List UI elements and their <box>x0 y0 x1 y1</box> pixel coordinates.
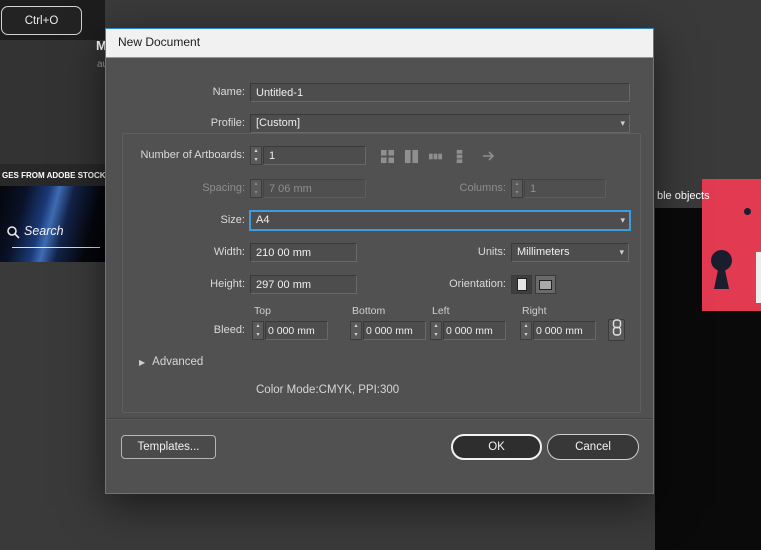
profile-select[interactable]: [Custom] ▾ <box>250 114 630 133</box>
artboards-label: Number of Artboards: <box>140 149 245 161</box>
stock-preview-image: Search <box>0 186 105 262</box>
stepper-down-icon: ▾ <box>515 189 519 196</box>
new-document-dialog: New Document Name: Profile: [Custom] ▾ N… <box>105 28 654 494</box>
stepper-up-icon[interactable]: ▴ <box>253 322 263 331</box>
bleed-link-button[interactable] <box>608 319 625 341</box>
chain-link-icon <box>611 319 623 341</box>
orientation-landscape-button[interactable] <box>535 275 556 294</box>
landscape-page-icon <box>539 279 552 290</box>
bleed-right-input[interactable] <box>533 321 596 340</box>
bleed-bottom-stepper[interactable]: ▴ ▾ <box>350 321 362 340</box>
layout-direction-arrow-icon <box>479 146 499 166</box>
bleed-top-header: Top <box>254 305 271 317</box>
adobe-stock-banner: GES FROM ADOBE STOCK <box>0 164 105 186</box>
stepper-up-icon: ▴ <box>515 181 519 187</box>
bleed-left-input[interactable] <box>443 321 506 340</box>
orientation-label: Orientation: <box>449 278 506 290</box>
bleed-label: Bleed: <box>213 324 245 336</box>
profile-label: Profile: <box>210 117 245 129</box>
orientation-portrait-button[interactable] <box>511 275 532 294</box>
units-label: Units: <box>477 246 506 258</box>
size-select[interactable]: A4 ▾ <box>250 211 630 230</box>
bleed-left-header: Left <box>432 305 450 317</box>
ok-button-label: OK <box>488 441 505 453</box>
size-value: A4 <box>256 214 270 226</box>
units-value: Millimeters <box>517 246 570 258</box>
footer-divider <box>106 418 653 419</box>
cancel-button-label: Cancel <box>575 441 611 453</box>
search-underline <box>12 247 100 248</box>
ok-button[interactable]: OK <box>451 434 542 460</box>
stepper-down-icon[interactable]: ▾ <box>253 331 263 340</box>
open-shortcut-button[interactable]: Ctrl+O <box>1 6 82 35</box>
triangle-right-icon: ▶ <box>139 358 146 367</box>
bleed-bottom-input[interactable] <box>363 321 426 340</box>
width-input[interactable] <box>250 243 357 262</box>
illustrator-window: Ctrl+O M au GES FROM ADOBE STOCK Search … <box>0 0 761 550</box>
columns-stepper: ▴ ▾ <box>511 179 523 198</box>
bleed-top-stepper[interactable]: ▴ ▾ <box>252 321 264 340</box>
templates-button-label: Templates... <box>137 441 200 453</box>
stepper-down-icon[interactable]: ▾ <box>351 331 361 340</box>
stepper-up-icon[interactable]: ▴ <box>521 322 531 331</box>
bleed-left-stepper[interactable]: ▴ ▾ <box>430 321 442 340</box>
arrange-grid-by-row-icon <box>377 146 397 166</box>
width-label: Width: <box>213 246 245 258</box>
stepper-down-icon[interactable]: ▾ <box>251 156 261 165</box>
height-label: Height: <box>210 278 245 290</box>
portrait-page-icon <box>516 278 527 291</box>
artboards-input[interactable] <box>263 146 366 165</box>
columns-label: Columns: <box>459 182 506 194</box>
units-select[interactable]: Millimeters ▾ <box>511 243 629 262</box>
partial-card-title: ble objects <box>657 190 710 202</box>
chevron-down-icon: ▾ <box>620 215 625 225</box>
artboards-stepper[interactable]: ▴ ▾ <box>250 146 262 165</box>
tutorial-card[interactable] <box>702 179 761 311</box>
open-shortcut-label: Ctrl+O <box>24 14 59 27</box>
chevron-down-icon: ▾ <box>619 247 624 257</box>
bleed-bottom-header: Bottom <box>352 305 386 317</box>
stepper-up-icon[interactable]: ▴ <box>251 147 261 156</box>
stepper-up-icon[interactable]: ▴ <box>351 322 361 331</box>
spacing-label: Spacing: <box>202 182 245 194</box>
name-input[interactable] <box>250 83 630 102</box>
advanced-label: Advanced <box>152 356 204 368</box>
templates-button[interactable]: Templates... <box>121 435 216 459</box>
dialog-titlebar[interactable]: New Document <box>106 29 653 58</box>
search-input[interactable]: Search <box>24 224 64 238</box>
cancel-button[interactable]: Cancel <box>547 434 639 460</box>
bleed-right-header: Right <box>522 305 547 317</box>
stepper-down-icon[interactable]: ▾ <box>521 331 531 340</box>
name-label: Name: <box>212 86 245 98</box>
bleed-top-input[interactable] <box>265 321 328 340</box>
chevron-down-icon: ▾ <box>620 118 625 128</box>
stepper-down-icon: ▾ <box>254 189 258 196</box>
stepper-down-icon[interactable]: ▾ <box>431 331 441 340</box>
color-mode-summary: Color Mode:CMYK, PPI:300 <box>256 384 400 396</box>
height-input[interactable] <box>250 275 357 294</box>
spacing-stepper: ▴ ▾ <box>250 179 262 198</box>
stepper-up-icon[interactable]: ▴ <box>431 322 441 331</box>
search-icon <box>6 225 20 244</box>
columns-input <box>524 179 606 198</box>
card-dot-decoration <box>744 208 751 215</box>
card-sliver-decoration <box>756 252 761 303</box>
background-left-panel <box>0 40 105 164</box>
advanced-toggle[interactable]: ▶ Advanced <box>139 356 203 368</box>
size-label: Size: <box>220 214 245 226</box>
document-settings-groupbox <box>122 133 641 413</box>
dialog-title: New Document <box>118 35 201 49</box>
arrange-grid-by-column-icon <box>401 146 421 166</box>
arrange-by-column-icon <box>449 146 469 166</box>
arrange-by-row-icon <box>425 146 445 166</box>
spacing-input <box>263 179 366 198</box>
profile-value: [Custom] <box>256 117 301 129</box>
bleed-right-stepper[interactable]: ▴ ▾ <box>520 321 532 340</box>
stepper-up-icon: ▴ <box>254 181 258 187</box>
adobe-stock-banner-label: GES FROM ADOBE STOCK <box>2 170 105 180</box>
